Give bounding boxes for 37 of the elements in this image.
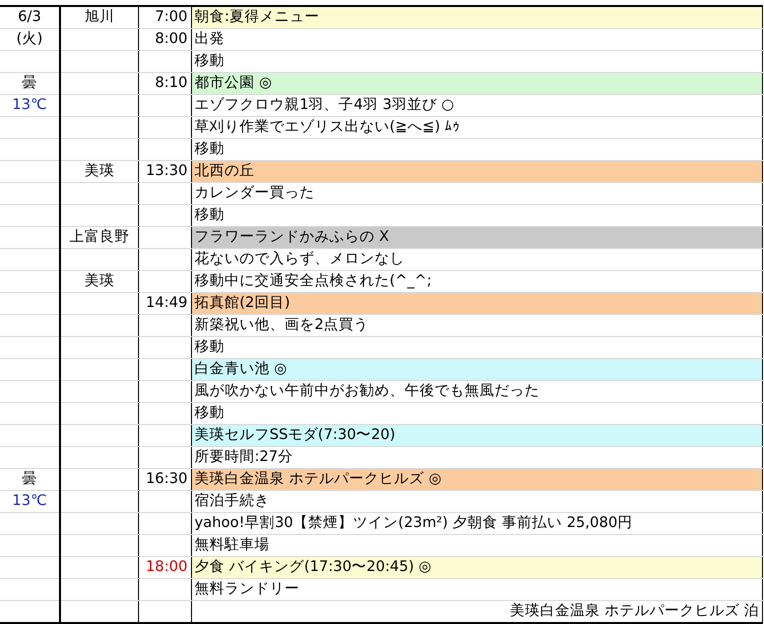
day-info-cell: (火) [0, 28, 60, 50]
day-info-cell: 13℃ [0, 94, 60, 116]
note-cell: 美瑛白金温泉 ホテルパークヒルズ ◎ [191, 468, 762, 490]
note-cell: エゾフクロウ親1羽、子4羽 3羽並び ○ [191, 94, 762, 116]
note-cell: フラワーランドかみふらの X [191, 226, 762, 248]
day-info-cell: 6/3 [0, 6, 60, 28]
day-info-cell: 曇 [0, 468, 60, 490]
day-info-cell: 13℃ [0, 490, 60, 512]
note-cell: 夕食 バイキング(17:30〜20:45) ◎ [191, 556, 762, 578]
note-cell: 無料ランドリー [191, 578, 762, 600]
note-cell: 花ないので入らず、メロンなし [191, 248, 762, 270]
note-cell: 草刈り作業でエゾリス出ない(≧へ≦) ﾑｩ [191, 116, 762, 138]
time-cell: 18:00 [138, 556, 191, 578]
time-cell: 13:30 [138, 160, 191, 182]
note-cell: 宿泊手続き [191, 490, 762, 512]
note-cell: 風が吹かない午前中がお勧め、午後でも無風だった [191, 380, 762, 402]
note-cell: 北西の丘 [191, 160, 762, 182]
day-info-cell: 曇 [0, 72, 60, 94]
place-cell: 美瑛 [60, 160, 138, 182]
place-cell: 旭川 [60, 6, 138, 28]
note-cell: 出発 [191, 28, 762, 50]
time-cell: 8:10 [138, 72, 191, 94]
place-cell: 美瑛 [60, 270, 138, 292]
note-cell: 美瑛セルフSSモダ(7:30〜20) [191, 424, 762, 446]
time-cell: 7:00 [138, 6, 191, 28]
note-cell: 都市公園 ◎ [191, 72, 762, 94]
lodging-cell: 美瑛白金温泉 ホテルパークヒルズ 泊 [191, 600, 762, 623]
note-cell: 朝食:夏得メニュー [191, 6, 762, 28]
time-cell: 14:49 [138, 292, 191, 314]
note-cell: 白金青い池 ◎ [191, 358, 762, 380]
note-cell: カレンダー買った [191, 182, 762, 204]
time-cell: 8:00 [138, 28, 191, 50]
note-cell: 拓真館(2回目) [191, 292, 762, 314]
place-cell: 上富良野 [60, 226, 138, 248]
time-cell: 16:30 [138, 468, 191, 490]
note-cell: yahoo!早割30【禁煙】ツイン(23m²) 夕朝食 事前払い 25,080円 [191, 512, 762, 534]
note-cell: 新築祝い他、画を2点買う [191, 314, 762, 336]
